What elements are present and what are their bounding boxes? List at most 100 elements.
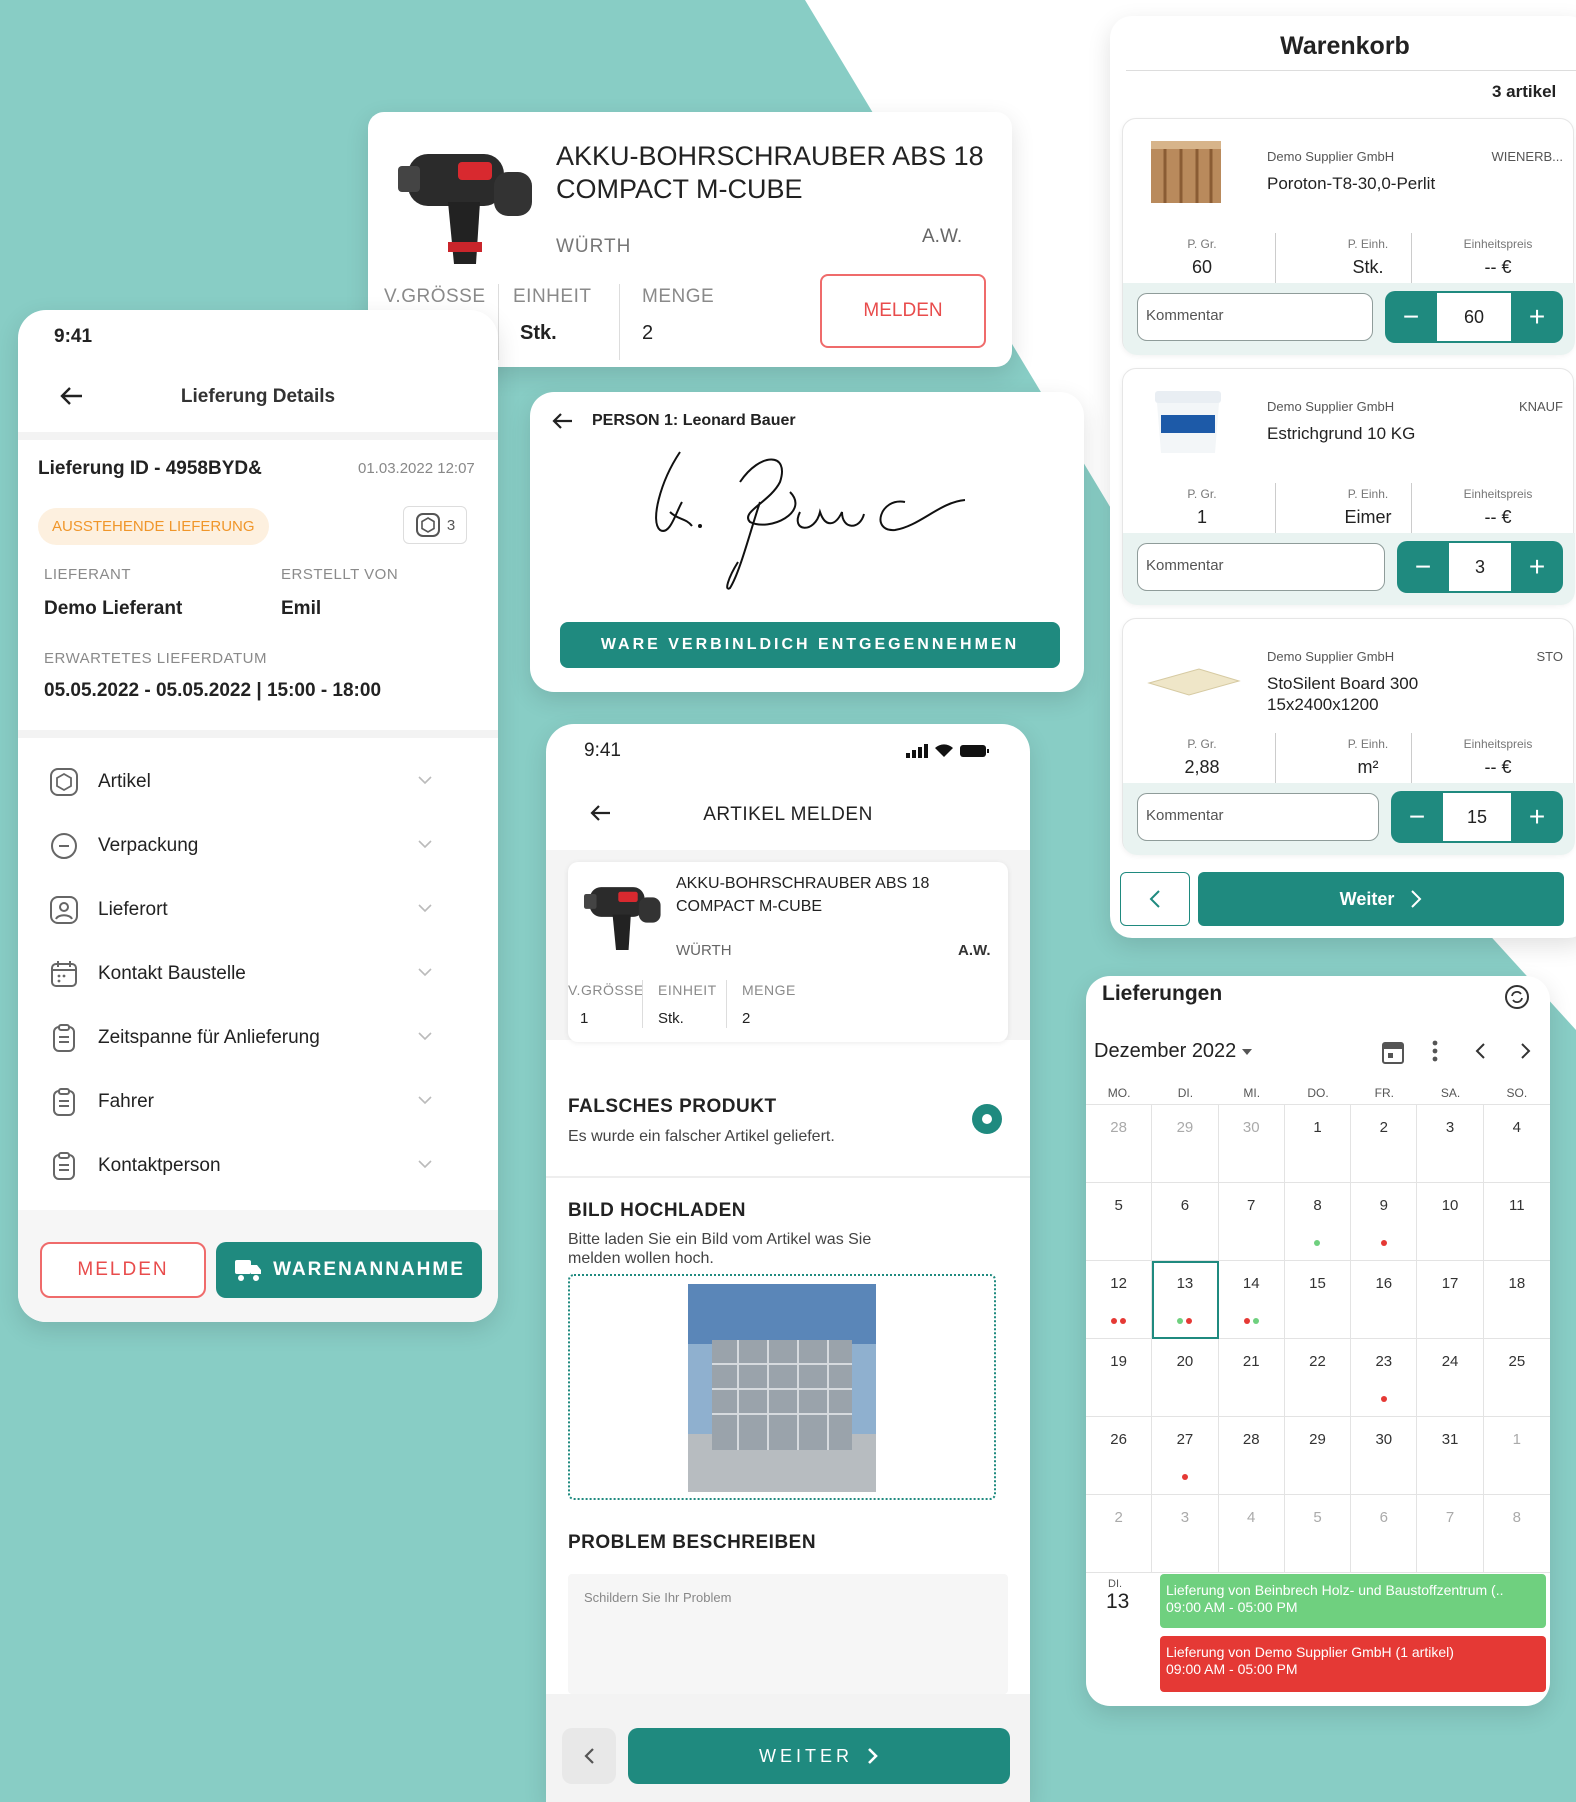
calendar-day[interactable]: 21 [1218, 1339, 1285, 1417]
plus-button[interactable]: + [1511, 541, 1563, 593]
day-number: 14 [1242, 1275, 1260, 1292]
calendar-day[interactable]: 28 [1218, 1417, 1285, 1495]
calendar-day[interactable]: 30 [1218, 1105, 1285, 1183]
quantity-stepper[interactable]: −3 + [1397, 541, 1563, 593]
accept-goods-button[interactable]: WARE VERBINLDICH ENTGEGENNEHMEN [560, 622, 1060, 668]
calendar-day[interactable]: 24 [1417, 1339, 1484, 1417]
calendar-day[interactable]: 1 [1284, 1105, 1352, 1183]
calendar-day[interactable]: 30 [1351, 1417, 1418, 1495]
calendar-day[interactable]: 2 [1351, 1105, 1418, 1183]
refresh-icon[interactable] [1504, 984, 1530, 1010]
calendar-day[interactable]: 16 [1351, 1261, 1418, 1339]
minus-button[interactable]: − [1397, 541, 1449, 593]
calendar-day[interactable]: 8 [1483, 1495, 1550, 1573]
calendar-day[interactable]: 23 [1351, 1339, 1418, 1417]
minus-button[interactable]: − [1391, 791, 1443, 843]
calendar-icon[interactable] [1382, 1040, 1404, 1064]
lieferant-value: Demo Lieferant [44, 598, 183, 619]
calendar-day[interactable]: 14 [1218, 1261, 1285, 1339]
calendar-day[interactable]: 3 [1152, 1495, 1219, 1573]
calendar-day[interactable]: 3 [1417, 1105, 1484, 1183]
event-item[interactable]: Lieferung von Demo Supplier GmbH (1 arti… [1160, 1636, 1546, 1692]
stat-value: 2,88 [1184, 757, 1220, 777]
minus-button[interactable]: − [1385, 291, 1437, 343]
calendar-day[interactable]: 6 [1351, 1495, 1418, 1573]
accordion-item-zeitspanne-für-anlieferung[interactable]: Zeitspanne für Anlieferung [48, 1006, 468, 1070]
quantity-value[interactable]: 3 [1449, 543, 1511, 591]
cube-icon [48, 766, 80, 798]
calendar-day[interactable]: 29 [1152, 1105, 1219, 1183]
calendar-day[interactable]: 12 [1086, 1261, 1153, 1339]
chevron-right-icon[interactable] [1520, 1042, 1532, 1060]
calendar-day[interactable]: 31 [1417, 1417, 1484, 1495]
stat-label: P. Einh. [1347, 487, 1389, 501]
report-button[interactable]: MELDEN [820, 274, 986, 348]
kommentar-input[interactable]: Kommentar [1137, 793, 1379, 841]
calendar-day[interactable]: 22 [1284, 1339, 1352, 1417]
calendar-day[interactable]: 27 [1152, 1417, 1219, 1495]
quantity-stepper[interactable]: −60 + [1385, 291, 1563, 343]
quantity-value[interactable]: 15 [1443, 793, 1511, 841]
calendar-day[interactable]: 10 [1417, 1183, 1484, 1261]
calendar-day[interactable]: 13 [1152, 1261, 1219, 1339]
more-icon[interactable] [1432, 1040, 1438, 1062]
calendar-day[interactable]: 25 [1483, 1339, 1550, 1417]
signature-card: PERSON 1: Leonard Bauer WARE VERBINLDICH… [530, 392, 1084, 692]
weiter-button[interactable]: Weiter [1198, 872, 1564, 926]
stat-preis: Einheitspreis -- € [1433, 487, 1563, 528]
event-dot [1177, 1318, 1184, 1324]
month-selector[interactable]: Dezember 2022 [1094, 1040, 1253, 1063]
accordion-item-fahrer[interactable]: Fahrer [48, 1070, 468, 1134]
back-button[interactable] [562, 1728, 616, 1784]
plus-button[interactable]: + [1511, 791, 1563, 843]
reason-radio[interactable] [972, 1104, 1002, 1134]
weiter-label: Weiter [1339, 888, 1395, 909]
calendar-day[interactable]: 18 [1483, 1261, 1550, 1339]
event-item[interactable]: Lieferung von Beinbrech Holz- und Bausto… [1160, 1574, 1546, 1628]
day-number: 1 [1512, 1431, 1522, 1448]
calendar-day[interactable]: 29 [1284, 1417, 1352, 1495]
plus-button[interactable]: + [1511, 291, 1563, 343]
back-button[interactable] [1120, 872, 1190, 926]
calendar-day[interactable]: 11 [1483, 1183, 1550, 1261]
calendar-day[interactable]: 6 [1152, 1183, 1219, 1261]
accordion-item-lieferort[interactable]: Lieferort [48, 878, 468, 942]
accordion-item-artikel[interactable]: Artikel [48, 750, 468, 814]
wifi-icon [935, 744, 953, 757]
calendar-day[interactable]: 7 [1417, 1495, 1484, 1573]
kommentar-input[interactable]: Kommentar [1137, 293, 1373, 341]
quantity-stepper[interactable]: −15 + [1391, 791, 1563, 843]
calendar-day[interactable]: 4 [1218, 1495, 1285, 1573]
kommentar-input[interactable]: Kommentar [1137, 543, 1385, 591]
back-arrow-icon[interactable] [552, 412, 574, 430]
calendar-day[interactable]: 26 [1086, 1417, 1153, 1495]
calendar-day[interactable]: 5 [1086, 1183, 1153, 1261]
calendar-day[interactable]: 20 [1152, 1339, 1219, 1417]
calendar-day[interactable]: 9 [1351, 1183, 1418, 1261]
calendar-day[interactable]: 8 [1284, 1183, 1352, 1261]
col-label-einheit: EINHEIT [658, 982, 717, 998]
calendar-day[interactable]: 28 [1086, 1105, 1153, 1183]
accordion-label: Artikel [98, 771, 151, 792]
calendar-day[interactable]: 19 [1086, 1339, 1153, 1417]
calendar-day[interactable]: 17 [1417, 1261, 1484, 1339]
accordion-item-verpackung[interactable]: Verpackung [48, 814, 468, 878]
calendar-day[interactable]: 15 [1284, 1261, 1352, 1339]
col-label-menge: MENGE [742, 982, 796, 998]
accordion-item-kontakt-baustelle[interactable]: Kontakt Baustelle [48, 942, 468, 1006]
day-number: 31 [1441, 1431, 1459, 1448]
weiter-button[interactable]: WEITER [628, 1728, 1010, 1784]
chevron-left-icon[interactable] [1474, 1042, 1486, 1060]
calendar-day[interactable]: 4 [1483, 1105, 1550, 1183]
calendar-day[interactable]: 2 [1086, 1495, 1153, 1573]
melden-button[interactable]: MELDEN [40, 1242, 206, 1298]
calendar-day[interactable]: 1 [1483, 1417, 1550, 1495]
warenannahme-button[interactable]: WARENANNAHME [216, 1242, 482, 1298]
quantity-value[interactable]: 60 [1437, 293, 1511, 341]
calendar-day[interactable]: 7 [1218, 1183, 1285, 1261]
event-title: Lieferung von Beinbrech Holz- und Bausto… [1166, 1582, 1504, 1598]
accordion-item-kontaktperson[interactable]: Kontaktperson [48, 1134, 468, 1198]
stat-label: Einheitspreis [1463, 237, 1533, 251]
calendar-day[interactable]: 5 [1284, 1495, 1352, 1573]
problem-textarea[interactable]: Schildern Sie Ihr Problem [568, 1574, 1008, 1694]
